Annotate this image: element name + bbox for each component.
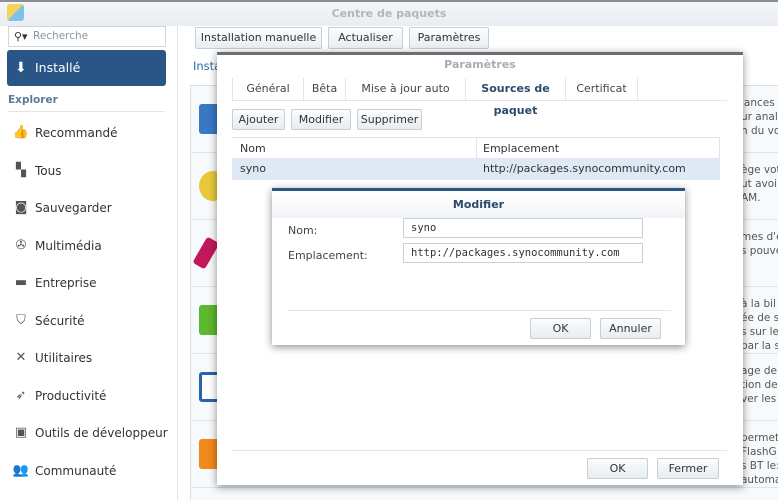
ok-button[interactable]: OK [587, 458, 648, 479]
tab-beta[interactable]: Bêta [304, 78, 346, 100]
label: Multimédia [35, 239, 102, 253]
backup-icon: ◙ [14, 200, 28, 215]
sidebar-item-developer-tools[interactable]: ▣ Outils de développeur [10, 421, 170, 445]
terminal-icon: ▣ [14, 425, 28, 440]
people-icon: 👥 [12, 463, 30, 478]
label: Tous [35, 164, 62, 178]
package-description: ège vot ut avoir AM. [741, 164, 778, 204]
settings-button[interactable]: Paramètres [409, 27, 489, 49]
dialog-title: Paramètres [444, 58, 516, 71]
label: Utilitaires [35, 351, 93, 365]
name-label: Nom: [288, 224, 318, 237]
name-field[interactable]: syno [403, 218, 643, 238]
shield-icon: ⛉ [16, 313, 26, 328]
window-title: Centre de paquets [0, 0, 778, 26]
refresh-button[interactable]: Actualiser [328, 27, 403, 49]
tools-icon: ✕ [15, 350, 27, 365]
label: Outils de développeur [35, 426, 168, 440]
installed-label: Installé [35, 60, 81, 75]
tab-certificate[interactable]: Certificat [566, 78, 638, 100]
film-reel-icon: ✇ [15, 238, 27, 253]
column-header-location[interactable]: Emplacement [477, 137, 720, 158]
footer-divider [232, 450, 727, 451]
cancel-button[interactable]: Annuler [600, 318, 661, 339]
package-description: permet FlashG s BT le: automat [741, 432, 778, 486]
briefcase-icon: ▬ [14, 275, 28, 290]
dialog-title: Modifier [272, 191, 685, 218]
delete-button[interactable]: Supprimer [357, 109, 422, 130]
ok-button[interactable]: OK [530, 318, 591, 339]
tab-auto-update[interactable]: Mise à jour auto [346, 78, 466, 100]
add-button[interactable]: Ajouter [232, 109, 285, 130]
rocket-icon: ➶ [15, 388, 27, 403]
source-row-name[interactable]: syno [232, 158, 477, 180]
edit-dialog: Modifier Nom: syno Emplacement: http://p… [272, 188, 685, 345]
sidebar-item-utilities[interactable]: ✕ Utilitaires [10, 346, 170, 370]
footer-divider [288, 310, 671, 311]
label: Entreprise [35, 276, 97, 290]
source-row-location[interactable]: http://packages.synocommunity.com [477, 158, 720, 180]
label: Productivité [35, 389, 107, 403]
location-field[interactable]: http://packages.synocommunity.com [403, 243, 643, 263]
sidebar-item-multimedia[interactable]: ✇ Multimédia [10, 234, 170, 258]
download-icon: ⬇ [15, 60, 27, 76]
close-button[interactable]: Fermer [657, 458, 719, 479]
label: Sécurité [35, 314, 85, 328]
label: Sauvegarder [35, 201, 112, 215]
sidebar-item-business[interactable]: ▬ Entreprise [10, 271, 170, 295]
sidebar-item-all[interactable]: ▚ Tous [10, 159, 170, 183]
label: Recommandé [35, 126, 118, 140]
grid-icon: ▚ [16, 163, 26, 178]
label: Communauté [35, 464, 117, 478]
package-description: lances ur anal n du vol [741, 97, 778, 137]
thumbs-up-icon: 👍 [12, 125, 30, 140]
section-heading-explorer: Explorer [8, 94, 165, 112]
column-header-name[interactable]: Nom [232, 137, 477, 158]
edit-button[interactable]: Modifier [291, 109, 351, 130]
tab-general[interactable]: Général [232, 78, 304, 100]
search-icon: ⚲▾ [14, 30, 28, 43]
search-input[interactable]: ⚲▾ Recherche [8, 26, 166, 47]
package-description: age de: tion des ver les [741, 365, 778, 405]
location-label: Emplacement: [288, 249, 368, 262]
package-icon [192, 236, 220, 270]
manual-install-button[interactable]: Installation manuelle [195, 27, 322, 49]
sidebar-item-backup[interactable]: ◙ Sauvegarder [10, 196, 170, 220]
sidebar-item-productivity[interactable]: ➶ Productivité [10, 384, 170, 408]
sidebar-item-recommended[interactable]: 👍 Recommandé [10, 121, 170, 145]
sidebar-item-security[interactable]: ⛉ Sécurité [10, 309, 170, 333]
search-placeholder: Recherche [33, 30, 89, 42]
package-description: à la bil ée de s s sur le par la s [741, 298, 778, 352]
sidebar-item-installed[interactable]: ⬇ Installé [7, 50, 166, 86]
sidebar-item-community[interactable]: 👥 Communauté [10, 459, 170, 483]
package-description: mes d'e s pouve [741, 231, 778, 257]
tab-package-sources[interactable]: Sources de paquet [466, 78, 566, 117]
tab-bar: Général Bêta Mise à jour auto Sources de… [232, 78, 727, 117]
app-logo-icon [7, 4, 24, 21]
